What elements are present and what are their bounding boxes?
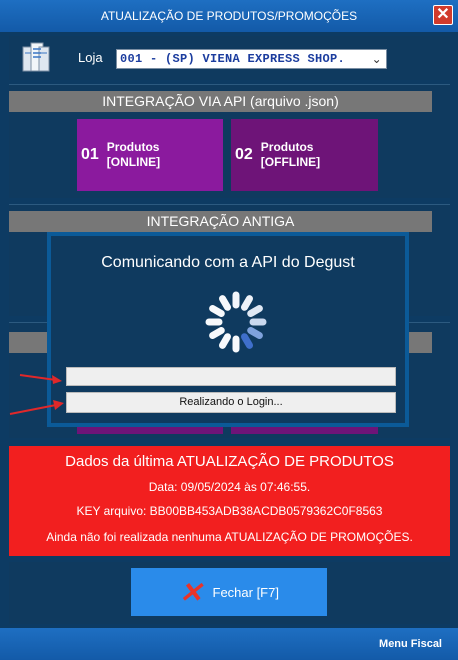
progress-bar-1: [66, 367, 396, 386]
chevron-down-icon[interactable]: ⌄: [372, 50, 382, 68]
status-bar: Menu Fiscal: [0, 628, 458, 660]
info-title: Dados da última ATUALIZAÇÃO DE PRODUTOS: [65, 453, 394, 470]
button-number: 01: [81, 146, 99, 163]
products-offline-button[interactable]: 02 Produtos [OFFLINE]: [231, 119, 378, 191]
button-number: 02: [235, 146, 253, 163]
legacy-panel-heading: INTEGRAÇÃO ANTIGA: [9, 211, 432, 232]
store-row: Loja 001 - (SP) VIENA EXPRESS SHOP. ⌄: [9, 36, 450, 80]
button-line2: [OFFLINE]: [260, 155, 321, 169]
store-selected-value: 001 - (SP) VIENA EXPRESS SHOP.: [120, 52, 346, 66]
api-panel-heading: INTEGRAÇÃO VIA API (arquivo .json): [9, 91, 432, 112]
store-select[interactable]: 001 - (SP) VIENA EXPRESS SHOP. ⌄: [116, 49, 387, 69]
arrow-icon: [19, 374, 62, 384]
menu-fiscal-link[interactable]: Menu Fiscal: [379, 638, 442, 650]
button-line1: Produtos: [260, 140, 314, 154]
arrow-icon: [9, 400, 64, 415]
info-date: Data: 09/05/2024 às 07:46:55.: [148, 480, 311, 494]
close-icon[interactable]: ✕: [433, 5, 453, 25]
close-button-label: Fechar [F7]: [212, 584, 279, 600]
progress-message: Comunicando com a API do Degust: [101, 254, 355, 271]
store-label: Loja: [78, 50, 103, 65]
x-icon: ✕: [179, 576, 203, 608]
close-button[interactable]: ✕ Fechar [F7]: [131, 568, 327, 616]
title-bar: ATUALIZAÇÃO DE PRODUTOS/PROMOÇÕES ✕: [0, 0, 458, 32]
server-icon: [22, 42, 50, 72]
button-line2: [ONLINE]: [106, 155, 161, 169]
last-update-info: Dados da última ATUALIZAÇÃO DE PRODUTOS …: [9, 446, 450, 556]
button-line1: Produtos: [106, 140, 160, 154]
info-promotions: Ainda não foi realizada nenhuma ATUALIZA…: [46, 530, 413, 544]
progress-bar-2: Realizando o Login...: [66, 392, 396, 413]
products-online-button[interactable]: 01 Produtos [ONLINE]: [77, 119, 223, 191]
progress-dialog: Comunicando com a API do Degust Realizan…: [47, 232, 409, 427]
window-title: ATUALIZAÇÃO DE PRODUTOS/PROMOÇÕES: [100, 9, 358, 23]
info-key: KEY arquivo: BB00BB453ADB38ACDB0579362C0…: [76, 504, 383, 518]
loading-spinner-icon: [205, 291, 267, 353]
